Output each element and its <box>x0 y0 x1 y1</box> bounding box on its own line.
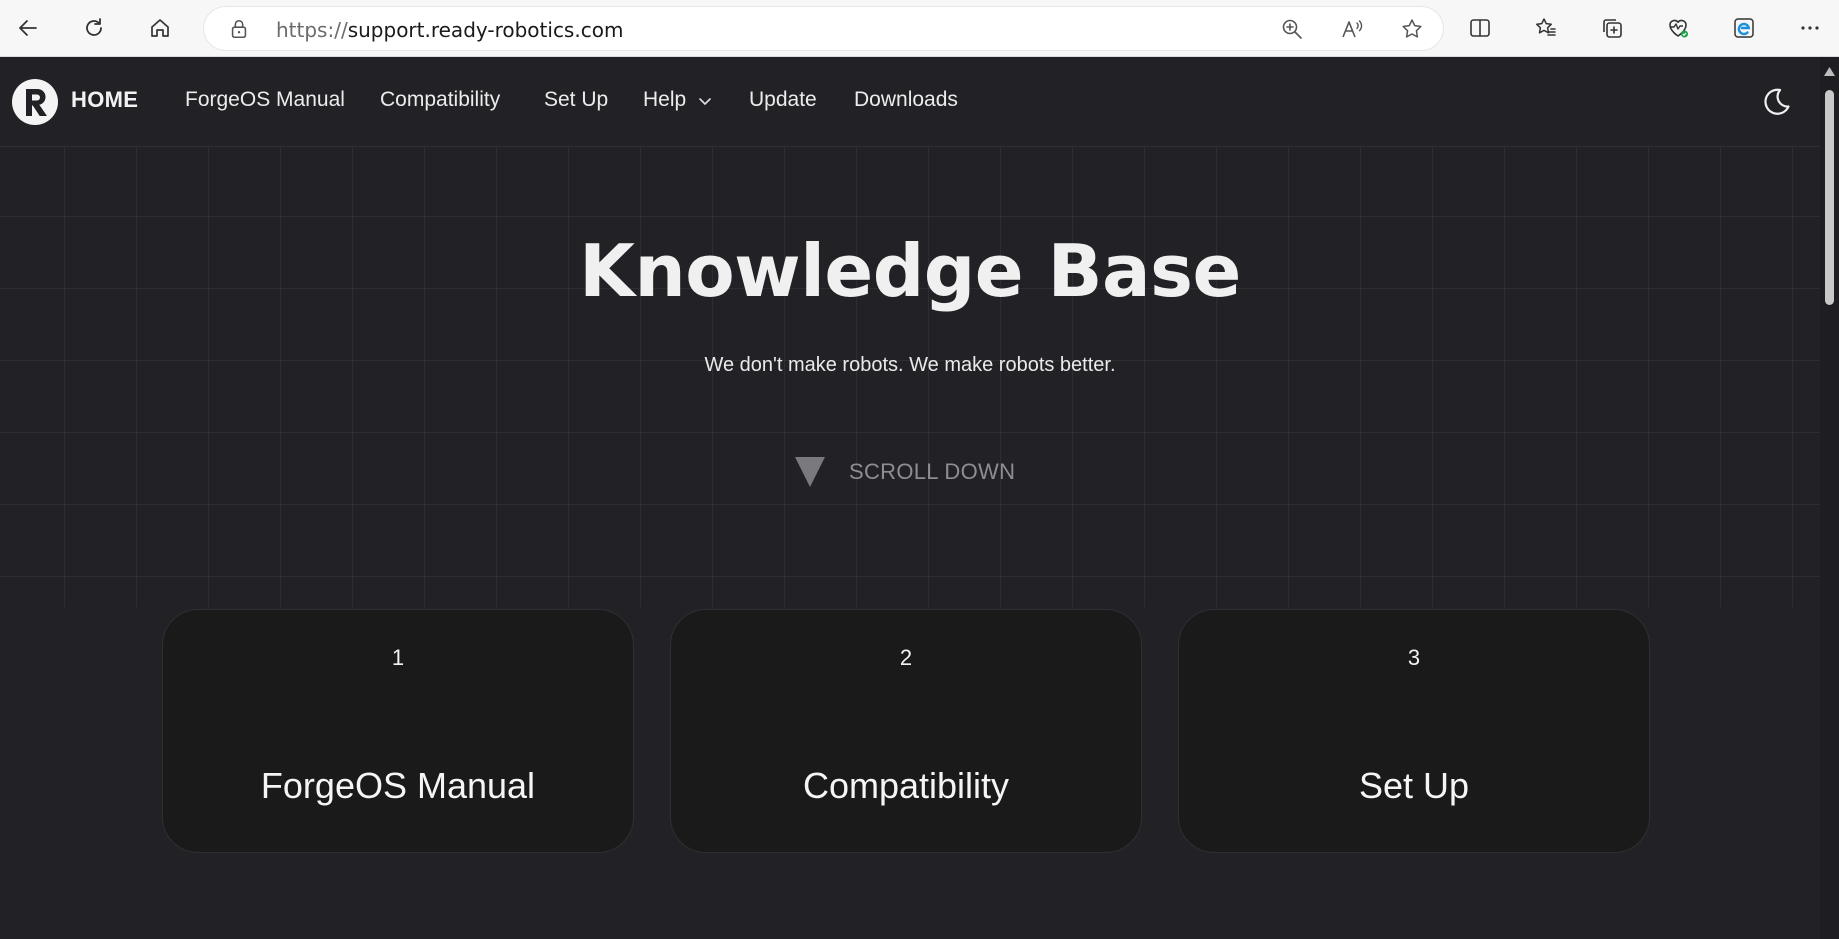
nav-item-update[interactable]: Update <box>749 88 817 112</box>
favorites-icon <box>1536 18 1556 36</box>
nav-item-forgeos-manual[interactable]: ForgeOS Manual <box>185 88 345 112</box>
read-aloud-icon[interactable] <box>1340 17 1364 41</box>
url-host: support.ready-robotics.com <box>347 18 624 42</box>
chevron-down-icon[interactable] <box>697 93 713 109</box>
card-forgeos-manual[interactable]: 1 ForgeOS Manual <box>162 609 634 853</box>
more-icon <box>1801 26 1819 30</box>
card-number: 3 <box>1407 645 1421 670</box>
page-scrollbar[interactable] <box>1820 57 1839 939</box>
lock-icon[interactable] <box>228 18 250 40</box>
favorites-button[interactable] <box>1528 10 1564 46</box>
browser-essentials-button[interactable] <box>1660 10 1696 46</box>
scrollbar-thumb[interactable] <box>1825 90 1834 305</box>
home-icon <box>151 19 169 37</box>
card-number: 2 <box>899 645 913 670</box>
split-screen-button[interactable] <box>1462 10 1498 46</box>
nav-item-downloads[interactable]: Downloads <box>854 88 958 112</box>
zoom-icon[interactable] <box>1280 17 1304 41</box>
copilot-icon <box>1734 18 1754 38</box>
ready-robotics-logo[interactable] <box>11 78 59 126</box>
page-content: HOME ForgeOS Manual Compatibility Set Up… <box>0 57 1820 939</box>
collections-icon <box>1603 19 1622 38</box>
scroll-down-link[interactable]: SCROLL DOWN <box>795 455 1015 489</box>
site-navbar: HOME ForgeOS Manual Compatibility Set Up… <box>0 57 1820 147</box>
browser-toolbar: https://support.ready-robotics.com <box>0 0 1839 57</box>
nav-item-set-up[interactable]: Set Up <box>544 88 608 112</box>
nav-item-compatibility[interactable]: Compatibility <box>380 88 500 112</box>
scroll-up-arrow-icon[interactable] <box>1824 67 1835 77</box>
copilot-button[interactable] <box>1726 10 1762 46</box>
card-set-up[interactable]: 3 Set Up <box>1178 609 1650 853</box>
card-number: 1 <box>391 645 405 670</box>
favorite-star-icon[interactable] <box>1400 17 1424 41</box>
home-button[interactable] <box>142 10 178 46</box>
hero-subtitle: We don't make robots. We make robots bet… <box>704 354 1116 376</box>
card-title: Set Up <box>1358 765 1470 806</box>
scroll-down-label: SCROLL DOWN <box>849 459 1016 484</box>
triangle-down-icon <box>795 457 825 487</box>
card-title: Compatibility <box>802 765 1010 806</box>
nav-home[interactable]: HOME <box>71 87 138 113</box>
moon-icon[interactable] <box>1760 86 1792 118</box>
collections-button[interactable] <box>1594 10 1630 46</box>
split-screen-icon <box>1470 19 1490 37</box>
back-icon <box>19 20 37 36</box>
card-compatibility[interactable]: 2 Compatibility <box>670 609 1142 853</box>
page-title: Knowledge Base <box>579 229 1241 313</box>
nav-item-help[interactable]: Help <box>643 88 686 112</box>
back-button[interactable] <box>10 10 46 46</box>
url-text[interactable]: https://support.ready-robotics.com <box>276 18 623 42</box>
grid-background <box>0 147 1820 607</box>
refresh-button[interactable] <box>76 10 112 46</box>
refresh-icon <box>86 18 102 36</box>
more-button[interactable] <box>1792 10 1828 46</box>
browser-essentials-icon <box>1669 19 1688 38</box>
address-bar[interactable]: https://support.ready-robotics.com <box>204 7 1443 50</box>
url-protocol: https:// <box>276 18 348 42</box>
card-title: ForgeOS Manual <box>260 765 536 806</box>
